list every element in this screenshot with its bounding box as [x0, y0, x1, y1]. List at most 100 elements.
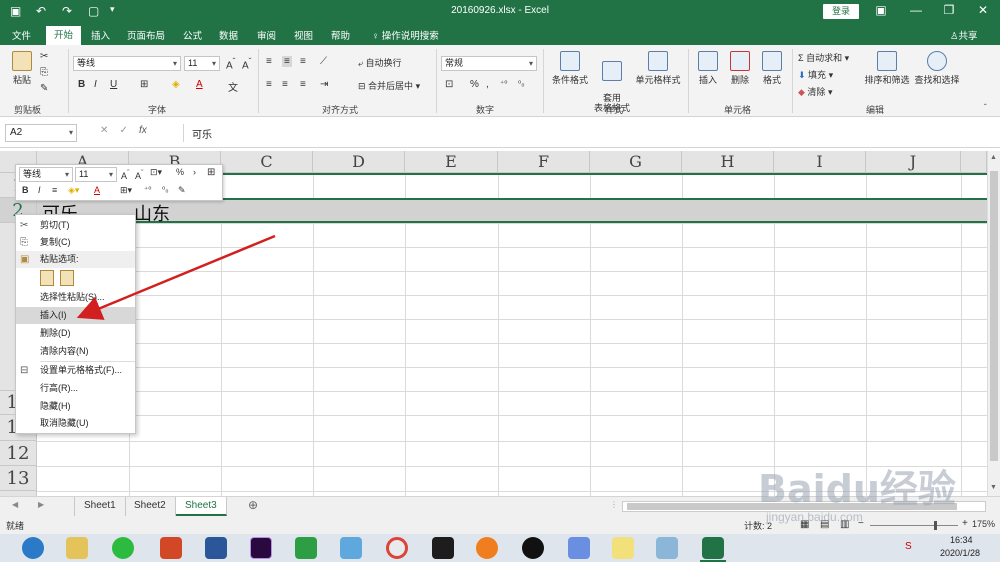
column-header-i[interactable]: I	[774, 151, 866, 173]
sogou-icon[interactable]: S	[905, 541, 912, 552]
italic-icon[interactable]: I	[94, 79, 97, 90]
tab-insert[interactable]: 插入	[91, 28, 110, 42]
menu-item-hide[interactable]: 隐藏(H)	[16, 398, 135, 415]
premiere-icon[interactable]	[250, 537, 272, 559]
paste-values-icon[interactable]	[60, 270, 74, 286]
share-button[interactable]: ♙共享	[950, 28, 978, 42]
column-header-g[interactable]: G	[590, 151, 682, 173]
font-size-combo[interactable]: 11 ▾	[184, 56, 220, 71]
normal-view-icon[interactable]: ▦	[800, 519, 809, 530]
tab-data[interactable]: 数据	[219, 28, 238, 42]
paste-option-icon[interactable]	[40, 270, 54, 286]
paste-button[interactable]: 粘贴	[8, 51, 36, 86]
clock-time[interactable]: 16:34	[950, 535, 973, 545]
zoom-slider[interactable]	[870, 521, 958, 530]
underline-icon[interactable]: U	[110, 79, 117, 90]
mini-comma-icon[interactable]: ›	[193, 167, 196, 177]
login-button[interactable]: 登录	[823, 4, 859, 19]
row-header-13[interactable]: 13	[0, 466, 37, 491]
mini-font-color-icon[interactable]: A	[94, 185, 100, 195]
percent-icon[interactable]: %	[470, 79, 479, 90]
mini-percent-icon[interactable]: %	[176, 167, 184, 177]
comma-icon[interactable]: ,	[486, 79, 489, 90]
mini-size-combo[interactable]: 11 ▾	[75, 167, 117, 182]
enter-icon[interactable]: ✓	[120, 125, 128, 136]
zoom-out-icon[interactable]: −	[858, 518, 864, 529]
file-explorer-icon[interactable]	[66, 537, 88, 559]
sheet-tab-2[interactable]: Sheet2	[125, 497, 176, 516]
phonetic-icon[interactable]: 文	[228, 79, 238, 94]
align-top-icon[interactable]: ≡	[266, 56, 272, 67]
column-header-k[interactable]	[961, 151, 987, 173]
name-box[interactable]: A2 ▾	[5, 124, 77, 142]
page-layout-view-icon[interactable]: ▤	[820, 519, 829, 530]
cancel-icon[interactable]: ✕	[100, 125, 108, 136]
align-center-icon[interactable]: ≡	[282, 79, 288, 90]
scroll-down-icon[interactable]: ▼	[990, 484, 997, 491]
vertical-scrollbar[interactable]: ▲ ▼	[987, 151, 1000, 496]
restore-icon[interactable]: ❐	[938, 3, 960, 17]
app-icon-bird[interactable]	[568, 537, 590, 559]
mini-font-combo[interactable]: 等线 ▾	[19, 167, 73, 182]
horizontal-scrollbar[interactable]	[622, 501, 986, 512]
copy-icon[interactable]: ⎘	[40, 67, 48, 78]
indent-icon[interactable]: ⇥	[320, 79, 328, 90]
tab-review[interactable]: 审阅	[257, 28, 276, 42]
delete-cells-button[interactable]: 删除	[726, 51, 754, 86]
collapse-ribbon-icon[interactable]: ˆ	[984, 103, 987, 112]
format-cells-button[interactable]: 格式	[758, 51, 786, 86]
mini-increase-decimal-icon[interactable]: ⁺⁰	[144, 185, 151, 194]
add-sheet-icon[interactable]: ⊕	[248, 498, 258, 512]
cut-icon[interactable]: ✂	[40, 51, 48, 62]
autosum-button[interactable]: Σ 自动求和 ▾	[798, 51, 849, 64]
menu-item-cut[interactable]: ✂ 剪切(T)	[16, 217, 135, 234]
mini-bold-icon[interactable]: B	[22, 185, 29, 195]
excel-taskbar-icon[interactable]	[702, 537, 724, 559]
clock-date[interactable]: 2020/1/28	[940, 548, 980, 558]
menu-item-insert[interactable]: 插入(I)	[16, 307, 135, 324]
mini-fill-color-icon[interactable]: ◈▾	[68, 185, 79, 196]
app-icon-orange[interactable]	[476, 537, 498, 559]
menu-item-clear-contents[interactable]: 清除内容(N)	[16, 343, 135, 360]
h-scroll-thumb[interactable]	[627, 503, 957, 510]
align-middle-icon[interactable]: ≡	[282, 56, 292, 67]
mini-borders-icon[interactable]: ⊞▾	[120, 185, 132, 196]
mini-decrease-decimal-icon[interactable]: ⁰₀	[162, 185, 169, 194]
minimize-icon[interactable]: —	[905, 3, 927, 17]
increase-decimal-icon[interactable]: ⁺⁰	[500, 79, 507, 88]
mini-italic-icon[interactable]: I	[38, 185, 41, 195]
mini-shrink-font-icon[interactable]: Aˇ	[135, 168, 144, 181]
orientation-icon[interactable]: ⟋	[320, 56, 327, 67]
font-name-combo[interactable]: 等线 ▾	[73, 56, 181, 71]
column-header-f[interactable]: F	[498, 151, 590, 173]
browser-360-icon[interactable]	[22, 537, 44, 559]
align-right-icon[interactable]: ≡	[300, 79, 306, 90]
zoom-in-icon[interactable]: +	[962, 518, 968, 529]
menu-item-delete[interactable]: 删除(D)	[16, 325, 135, 342]
chrome-icon[interactable]	[386, 537, 408, 559]
tab-home[interactable]: 开始	[46, 26, 82, 45]
tab-split-icon[interactable]: ⋮	[610, 500, 618, 509]
menu-item-format-cells[interactable]: ⊟ 设置单元格格式(F)...	[16, 362, 135, 379]
format-painter-icon[interactable]: ✎	[40, 83, 48, 94]
app-icon-blue[interactable]	[340, 537, 362, 559]
ribbon-display-icon[interactable]: ▣	[870, 3, 892, 17]
mini-grow-font-icon[interactable]: Aˆ	[121, 168, 130, 181]
wechat-icon[interactable]	[112, 537, 134, 559]
sort-filter-button[interactable]: 排序和筛选	[862, 51, 912, 86]
tab-file[interactable]: 文件	[12, 28, 31, 42]
tell-me-search[interactable]: ♀ 操作说明搜索	[372, 28, 439, 42]
mini-accounting-icon[interactable]: ⊡▾	[150, 167, 162, 178]
sheet-tab-1[interactable]: Sheet1	[74, 497, 126, 516]
scroll-thumb[interactable]	[990, 171, 998, 461]
column-header-e[interactable]: E	[405, 151, 498, 173]
spreadsheet-grid[interactable]: A B C D E F G H I J 1 2 10 11 12 13 可乐 山…	[0, 151, 987, 496]
mini-format-painter-icon[interactable]: ✎	[178, 185, 186, 196]
zoom-level[interactable]: 175%	[972, 519, 995, 529]
menu-item-row-height[interactable]: 行高(R)...	[16, 380, 135, 397]
qq-icon[interactable]	[522, 537, 544, 559]
cell-b2[interactable]: 山东	[134, 200, 170, 226]
app-icon-glass[interactable]	[656, 537, 678, 559]
formula-input[interactable]: 可乐	[183, 124, 995, 142]
clear-button[interactable]: ◆ 清除 ▾	[798, 85, 832, 98]
